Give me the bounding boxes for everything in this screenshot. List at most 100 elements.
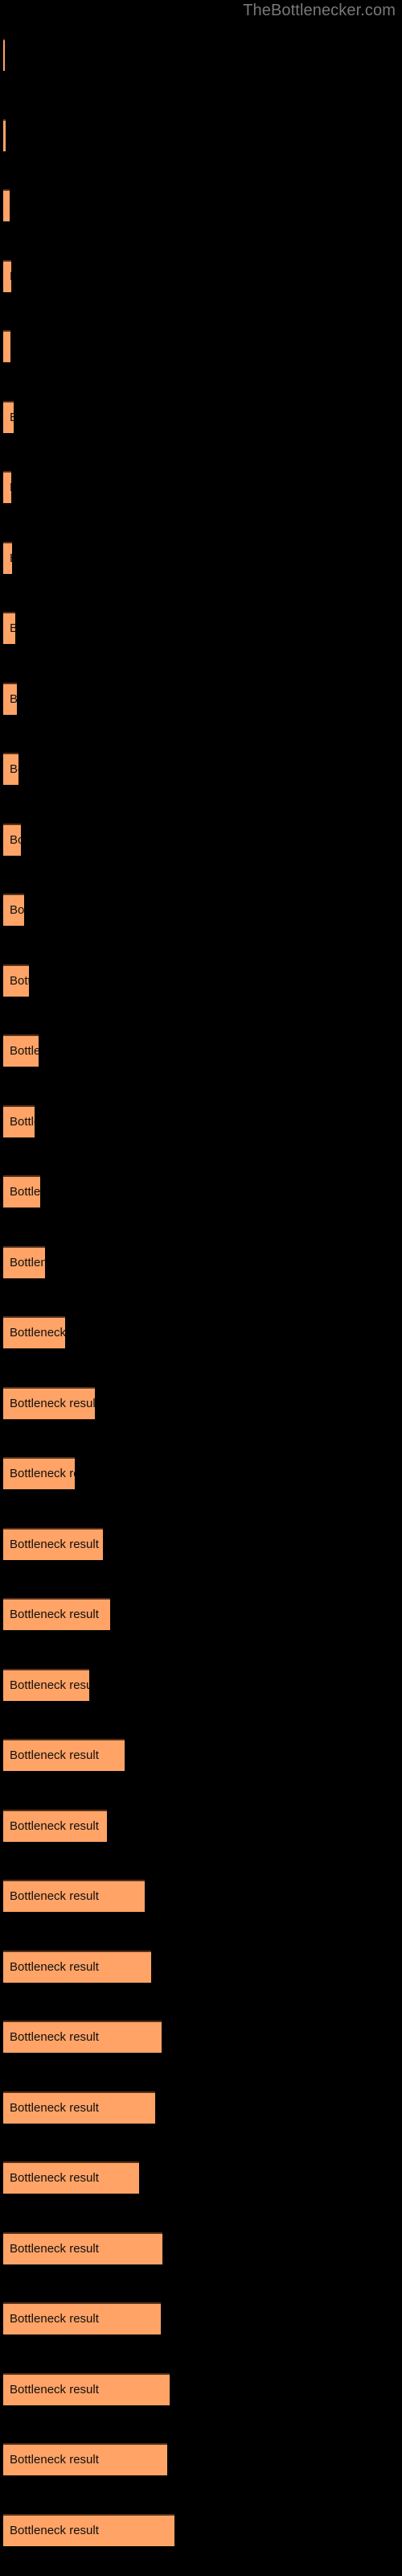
bar-row: Bottleneck result: [0, 753, 402, 785]
bar: Bottleneck result: [3, 39, 5, 71]
bar-row: Bottleneck result: [0, 1528, 402, 1560]
bar: Bottleneck result: [3, 1951, 151, 1983]
bar-row: Bottleneck result: [0, 1951, 402, 1983]
bar-label: Bottleneck result: [10, 2101, 99, 2115]
bar-row: Bottleneck result: [0, 1246, 402, 1278]
bar-row: Bottleneck result: [0, 964, 402, 997]
bar-row: Bottleneck result: [0, 542, 402, 574]
bar-row: Bottleneck result: [0, 1880, 402, 1912]
bar-fill: [3, 39, 5, 71]
bar-row: Bottleneck result: [0, 824, 402, 856]
bar-label: Bottleneck result: [10, 2383, 99, 2396]
bar-label: Bottleneck result: [10, 903, 24, 917]
bar-label: Bottleneck result: [10, 2242, 99, 2256]
bar: Bottleneck result: [3, 119, 6, 151]
bar: Bottleneck result: [3, 1387, 95, 1419]
bar: Bottleneck result: [3, 1810, 107, 1842]
bar: Bottleneck result: [3, 2232, 162, 2264]
bar-row: Bottleneck result: [0, 1810, 402, 1842]
bar-label: Bottleneck result: [10, 260, 11, 292]
bar-label: Bottleneck result: [10, 2524, 99, 2537]
bar: Bottleneck result: [3, 2443, 167, 2475]
bar-row: Bottleneck result: [0, 1105, 402, 1137]
bar-label: Bottleneck result: [10, 1960, 99, 1974]
bar-label: Bottleneck result: [10, 1185, 40, 1199]
bar: Bottleneck result: [3, 471, 11, 503]
bar-row: Bottleneck result: [0, 119, 402, 151]
bar-label: Bottleneck result: [10, 1326, 65, 1340]
bar: Bottleneck result: [3, 1105, 35, 1137]
bar-row: Bottleneck result: [0, 2232, 402, 2264]
bar: Bottleneck result: [3, 894, 24, 926]
bar-row: Bottleneck result: [0, 1387, 402, 1419]
bar: Bottleneck result: [3, 1457, 75, 1489]
bar-label: Bottleneck result: [10, 1678, 89, 1692]
bar: Bottleneck result: [3, 1669, 89, 1701]
bar-row: Bottleneck result: [0, 2514, 402, 2546]
bar-row: Bottleneck result: [0, 1598, 402, 1630]
bar-label: Bottleneck result: [10, 542, 12, 574]
bar-row: Bottleneck result: [0, 1316, 402, 1348]
bar-label: Bottleneck result: [10, 1256, 45, 1269]
bar-row: Bottleneck result: [0, 612, 402, 644]
bar-chart: TheBottlenecker.com Bottleneck resultBot…: [0, 0, 402, 2576]
bar: Bottleneck result: [3, 2302, 161, 2334]
bar-row: Bottleneck result: [0, 2443, 402, 2475]
bar-label: Bottleneck result: [10, 1608, 99, 1621]
bars-layer: Bottleneck result Bottleneck result Bottle…: [0, 0, 402, 2576]
bar-fill: [3, 119, 6, 151]
bar-label: Bottleneck result: [10, 2453, 99, 2467]
bar-row: Bottleneck result: [0, 1739, 402, 1771]
bar-row: Bottleneck result: [0, 1034, 402, 1067]
bar-row: Bottleneck result: [0, 2302, 402, 2334]
bar-row: Bottleneck result: [0, 1457, 402, 1489]
bar: Bottleneck result: [3, 2161, 139, 2194]
bar-label: Bottleneck result: [10, 1115, 35, 1129]
bar-row: Bottleneck result: [0, 2021, 402, 2053]
bar-row: Bottleneck result: [0, 1175, 402, 1208]
bar-row: Bottleneck result: [0, 260, 402, 292]
bar-fill: [3, 189, 10, 221]
bar-label: Bottleneck result: [10, 1889, 99, 1903]
bar-row: Bottleneck result: [0, 1669, 402, 1701]
bar-row: Bottleneck result: [0, 2373, 402, 2405]
bar-row: Bottleneck result: [0, 330, 402, 362]
bar: Bottleneck result: [3, 2514, 174, 2546]
bar: Bottleneck result: [3, 824, 21, 856]
bar-row: Bottleneck result: [0, 189, 402, 221]
bar-label: Bottleneck result: [10, 1819, 99, 1833]
bar: Bottleneck result: [3, 753, 18, 785]
bar: Bottleneck result: [3, 2021, 162, 2053]
bar-row: Bottleneck result: [0, 401, 402, 433]
bar-label: Bottleneck result: [10, 1397, 95, 1410]
bar-label: Bottleneck result: [10, 762, 18, 776]
bar-label: Bottleneck result: [10, 2030, 99, 2044]
bar-label: Bottleneck result: [10, 2171, 99, 2185]
bar: Bottleneck result: [3, 1034, 39, 1067]
bar: Bottleneck result: [3, 1528, 103, 1560]
bar-row: Bottleneck result: [0, 894, 402, 926]
bar: Bottleneck result: [3, 683, 17, 715]
bar: Bottleneck result: [3, 330, 10, 362]
bar: Bottleneck result: [3, 1316, 65, 1348]
bar-label: Bottleneck result: [10, 471, 11, 503]
bar: Bottleneck result: [3, 189, 10, 221]
bar: Bottleneck result: [3, 2091, 155, 2124]
bar: Bottleneck result: [3, 612, 15, 644]
bar: Bottleneck result: [3, 542, 12, 574]
bar-label: Bottleneck result: [10, 1748, 99, 1762]
bar-label: Bottleneck result: [10, 1044, 39, 1058]
bar: Bottleneck result: [3, 401, 14, 433]
bar: Bottleneck result: [3, 1598, 110, 1630]
bar: Bottleneck result: [3, 1175, 40, 1208]
bar-row: Bottleneck result: [0, 2161, 402, 2194]
bar: Bottleneck result: [3, 1246, 45, 1278]
bar: Bottleneck result: [3, 1739, 125, 1771]
bar-label: Bottleneck result: [10, 974, 29, 988]
bar: Bottleneck result: [3, 260, 11, 292]
bar-label: Bottleneck result: [10, 401, 14, 433]
bar-label: Bottleneck result: [10, 1467, 75, 1480]
bar-row: Bottleneck result: [0, 471, 402, 503]
bar: Bottleneck result: [3, 964, 29, 997]
bar-row: Bottleneck result: [0, 683, 402, 715]
